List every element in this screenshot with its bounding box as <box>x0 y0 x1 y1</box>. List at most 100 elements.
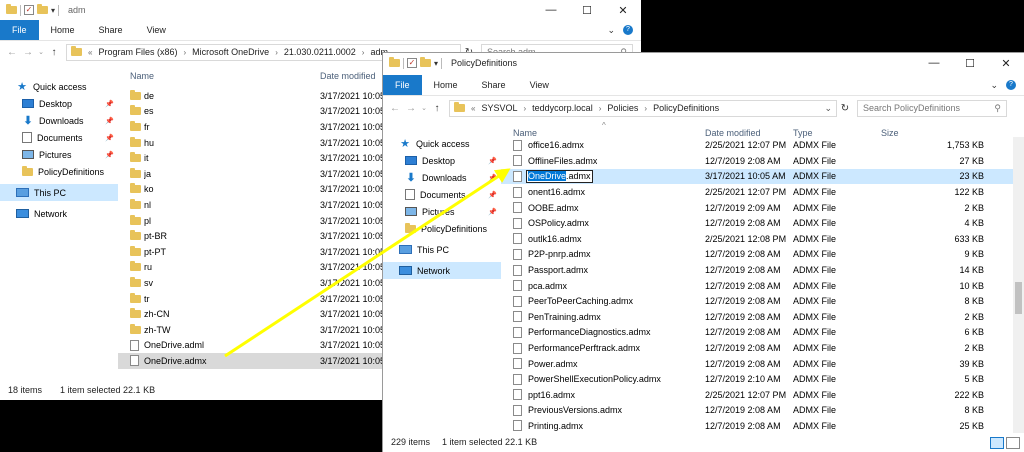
close-icon[interactable]: ✕ <box>988 53 1024 73</box>
nav-item-downloads[interactable]: ⬇ Downloads 📌 <box>0 112 118 129</box>
up-icon[interactable]: ↑ <box>429 103 445 114</box>
file-row[interactable]: Passport.admx 12/7/2019 2:08 AM ADMX File 1… <box>501 262 1014 278</box>
forward-icon[interactable]: → <box>20 47 36 58</box>
file-row[interactable]: PowerShellExecutionPolicy.admx 12/7/2019 … <box>501 371 1014 387</box>
file-row[interactable]: office16.admx 2/25/2021 12:07 PM ADMX File… <box>501 138 1014 154</box>
file-row[interactable]: OneDrive.adml 3/17/2021 10:05 <box>118 338 382 354</box>
details-view-icon[interactable] <box>990 437 1004 449</box>
nav-item-documents[interactable]: Documents 📌 <box>0 129 118 146</box>
new-folder-icon[interactable] <box>420 57 431 67</box>
file-row[interactable]: ppt16.admx 2/25/2021 12:07 PM ADMX File 222… <box>501 387 1014 403</box>
file-row[interactable]: P2P-pnrp.admx 12/7/2019 2:08 AM ADMX File 9… <box>501 247 1014 263</box>
file-row[interactable]: pl 3/17/2021 10:05 <box>118 213 382 229</box>
nav-item-policydefinitions[interactable]: PolicyDefinitions <box>0 163 118 180</box>
address-dropdown-icon[interactable]: ⌄ <box>824 103 832 114</box>
file-row[interactable]: tr 3/17/2021 10:05 <box>118 291 382 307</box>
new-folder-icon[interactable] <box>37 4 48 14</box>
file-row[interactable]: de 3/17/2021 10:05 <box>118 88 382 104</box>
nav-item-pictures[interactable]: Pictures 📌 <box>383 203 501 220</box>
file-row[interactable]: pt-PT 3/17/2021 10:05 <box>118 244 382 260</box>
maximize-icon[interactable]: ☐ <box>569 0 605 20</box>
tab-view[interactable]: View <box>135 20 178 40</box>
nav-item-desktop[interactable]: Desktop 📌 <box>0 95 118 112</box>
column-name[interactable]: Name <box>130 71 154 81</box>
recent-dropdown-icon[interactable]: ⌄ <box>36 48 46 56</box>
file-row[interactable]: ja 3/17/2021 10:05 <box>118 166 382 182</box>
properties-icon[interactable]: ✓ <box>407 58 417 68</box>
file-row[interactable]: PeerToPeerCaching.admx 12/7/2019 2:08 AM A… <box>501 293 1014 309</box>
vertical-scrollbar[interactable] <box>1013 137 1024 433</box>
tab-file[interactable]: File <box>0 20 39 40</box>
quick-access-dropdown-icon[interactable]: ▾ <box>434 59 438 68</box>
expand-ribbon-icon[interactable]: ⌄ <box>990 80 998 91</box>
file-row[interactable]: OneDrive.admx 3/17/2021 10:05 <box>118 353 382 369</box>
column-size[interactable]: Size <box>881 128 899 138</box>
forward-icon[interactable]: → <box>403 103 419 114</box>
nav-item-pictures[interactable]: Pictures 📌 <box>0 146 118 163</box>
properties-icon[interactable]: ✓ <box>24 5 34 15</box>
file-row[interactable]: PerformanceDiagnostics.admx 12/7/2019 2:0… <box>501 325 1014 341</box>
file-row[interactable]: OfflineFiles.admx 12/7/2019 2:08 AM ADMX F… <box>501 153 1014 169</box>
file-row[interactable]: zh-CN 3/17/2021 10:05 <box>118 306 382 322</box>
expand-ribbon-icon[interactable]: ⌄ <box>607 25 615 36</box>
file-row[interactable]: zh-TW 3/17/2021 10:05 <box>118 322 382 338</box>
file-row[interactable]: it 3/17/2021 10:05 <box>118 150 382 166</box>
maximize-icon[interactable]: ☐ <box>952 53 988 73</box>
quick-access-dropdown-icon[interactable]: ▾ <box>51 6 55 15</box>
file-row[interactable]: PenTraining.admx 12/7/2019 2:08 AM ADMX Fi… <box>501 309 1014 325</box>
column-name[interactable]: Name <box>513 128 537 138</box>
file-row[interactable]: sv 3/17/2021 10:05 <box>118 275 382 291</box>
recent-dropdown-icon[interactable]: ⌄ <box>419 104 429 112</box>
column-date-modified[interactable]: Date modified <box>320 71 376 81</box>
file-row[interactable]: Power.admx 12/7/2019 2:08 AM ADMX File 39 K… <box>501 356 1014 372</box>
refresh-icon[interactable]: ↻ <box>837 103 853 114</box>
minimize-icon[interactable]: — <box>916 53 952 73</box>
file-row[interactable]: OSPolicy.admx 12/7/2019 2:08 AM ADMX File 4… <box>501 215 1014 231</box>
nav-item-network[interactable]: Network <box>383 262 501 279</box>
column-date-modified[interactable]: Date modified <box>705 128 761 138</box>
nav-item-this-pc[interactable]: This PC <box>0 184 118 201</box>
column-type[interactable]: Type <box>793 128 813 138</box>
file-row[interactable]: PreviousVersions.admx 12/7/2019 2:08 AM AD… <box>501 403 1014 419</box>
file-row[interactable]: Printing.admx 12/7/2019 2:08 AM ADMX File 2… <box>501 418 1014 434</box>
breadcrumb-item[interactable]: teddycorp.local <box>532 103 593 113</box>
file-row[interactable]: PerformancePerftrack.admx 12/7/2019 2:08 … <box>501 340 1014 356</box>
file-row[interactable]: pca.admx 12/7/2019 2:08 AM ADMX File 10 KB <box>501 278 1014 294</box>
tab-share[interactable]: Share <box>87 20 135 40</box>
breadcrumb-item[interactable]: Microsoft OneDrive <box>192 47 269 57</box>
nav-item-downloads[interactable]: ⬇ Downloads 📌 <box>383 169 501 186</box>
file-row[interactable]: pt-BR 3/17/2021 10:05 <box>118 228 382 244</box>
address-bar[interactable]: « SYSVOL › teddycorp.local › Policies › Pol… <box>449 99 837 117</box>
file-row[interactable]: OneDrive .admx 3/17/2021 10:05 AM ADMX File… <box>501 168 1014 185</box>
file-row[interactable]: onent16.admx 2/25/2021 12:07 PM ADMX File 1… <box>501 184 1014 200</box>
up-icon[interactable]: ↑ <box>46 47 62 58</box>
help-icon[interactable]: ? <box>623 25 633 35</box>
tab-view[interactable]: View <box>518 75 561 95</box>
tab-file[interactable]: File <box>383 75 422 95</box>
breadcrumb-item[interactable]: Program Files (x86) <box>98 47 177 57</box>
back-icon[interactable]: ← <box>387 103 403 114</box>
scrollbar-thumb[interactable] <box>1015 282 1022 314</box>
back-icon[interactable]: ← <box>4 47 20 58</box>
tab-share[interactable]: Share <box>470 75 518 95</box>
file-row[interactable]: hu 3/17/2021 10:05 <box>118 135 382 151</box>
breadcrumb-item[interactable]: 21.030.0211.0002 <box>284 47 356 57</box>
nav-item-policydefinitions[interactable]: PolicyDefinitions <box>383 220 501 237</box>
nav-item-network[interactable]: Network <box>0 205 118 222</box>
file-row[interactable]: fr 3/17/2021 10:05 <box>118 119 382 135</box>
file-row[interactable]: ko 3/17/2021 10:05 <box>118 182 382 198</box>
rename-input[interactable]: OneDrive .admx <box>526 169 593 183</box>
tab-home[interactable]: Home <box>39 20 87 40</box>
search-input[interactable]: Search PolicyDefinitions ⚲ <box>857 99 1007 117</box>
large-icons-view-icon[interactable] <box>1006 437 1020 449</box>
breadcrumb-item[interactable]: SYSVOL <box>481 103 517 113</box>
tab-home[interactable]: Home <box>422 75 470 95</box>
help-icon[interactable]: ? <box>1006 80 1016 90</box>
breadcrumb-item[interactable]: PolicyDefinitions <box>653 103 719 113</box>
nav-item-documents[interactable]: Documents 📌 <box>383 186 501 203</box>
file-row[interactable]: nl 3/17/2021 10:05 <box>118 197 382 213</box>
minimize-icon[interactable]: — <box>533 0 569 20</box>
breadcrumb-item[interactable]: Policies <box>607 103 638 113</box>
file-row[interactable]: outlk16.admx 2/25/2021 12:08 PM ADMX File 6… <box>501 231 1014 247</box>
file-row[interactable]: es 3/17/2021 10:05 <box>118 104 382 120</box>
